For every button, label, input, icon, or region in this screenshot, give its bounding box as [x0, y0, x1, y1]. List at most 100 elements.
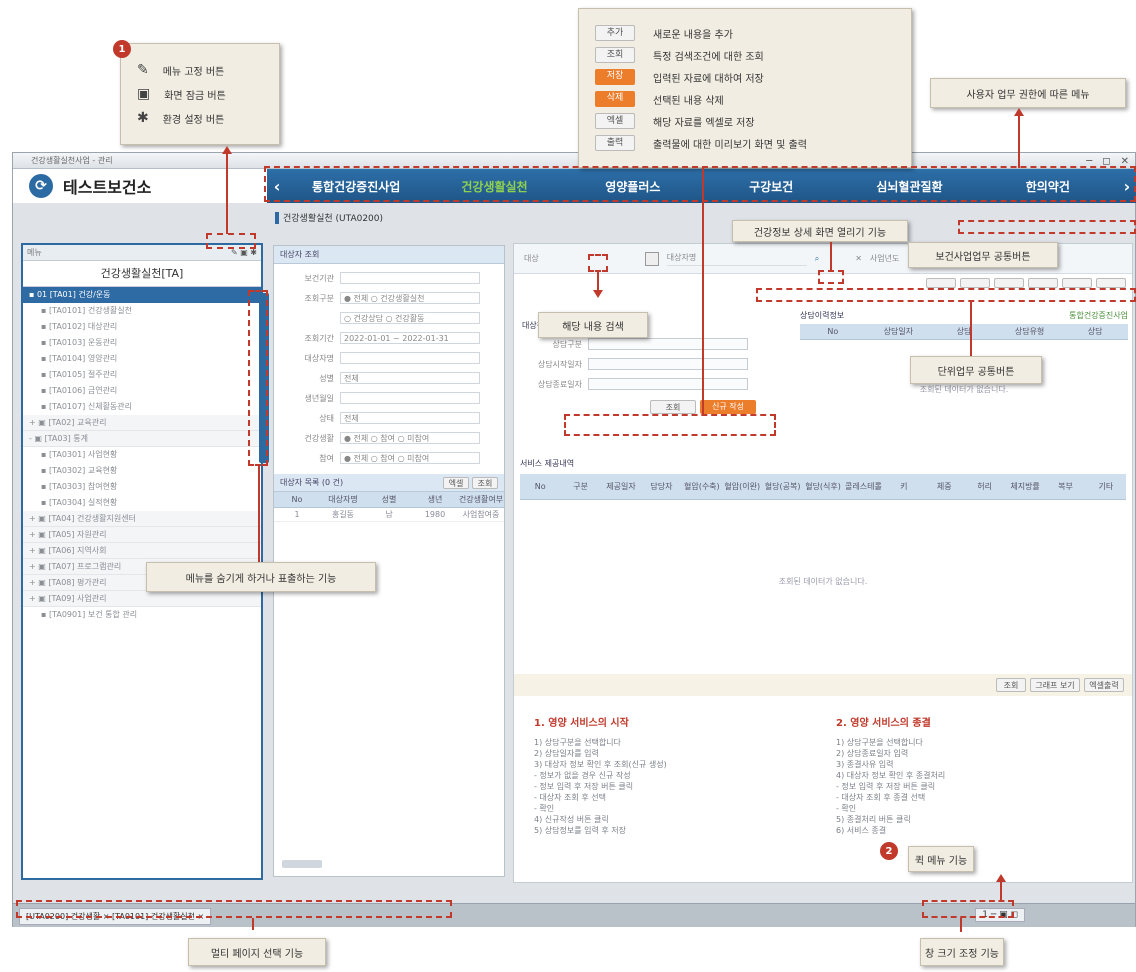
sidebar-item[interactable]: ▪ [TA0101] 건강생활실천 [23, 303, 261, 319]
lock-icon: ▣ [137, 86, 151, 102]
form-value[interactable]: ○ 건강상담 ○ 건강활동 [340, 312, 480, 324]
sidebar-item[interactable]: ▪ [TA0103] 운동관리 [23, 335, 261, 351]
help-line: 1) 상담구분을 선택합니다 [836, 738, 923, 747]
sidebar-item[interactable]: ▪ [TA0105] 절주관리 [23, 367, 261, 383]
form-label: 조회구분 [304, 293, 334, 303]
slide-connector [258, 466, 260, 566]
form-row: 성별 전체 [274, 368, 504, 388]
help-line: 1) 상담구분을 선택합니다 [534, 738, 621, 747]
form-value[interactable]: 2022-01-01 ~ 2022-01-31 [340, 332, 480, 344]
table-row[interactable]: 1 홍길동 남 1980 사업참여중 [274, 508, 504, 522]
sidebar-item[interactable]: ▪ [TA0106] 금연관리 [23, 383, 261, 399]
magnifier-icon[interactable]: ⌕ [815, 254, 819, 264]
service-grid-footer: 조회 그래프 보기 엑셀출력 [514, 674, 1132, 696]
toolbar-legend-callout: ✎ 메뉴 고정 버튼 ▣ 화면 잠금 버튼 ✱ 환경 설정 버튼 [120, 43, 280, 145]
search-button[interactable]: 조회 [472, 477, 498, 489]
form-label: 대상자명 [304, 353, 334, 363]
cell-year: 1980 [424, 510, 446, 519]
form-value[interactable] [340, 272, 480, 284]
window-size-highlight [922, 900, 1014, 918]
unit-buttons-highlight [756, 288, 1136, 302]
sidebar-folder[interactable]: + ▣ [TA05] 자원관리 [23, 527, 261, 543]
form-value[interactable] [340, 352, 480, 364]
unit-btn-1[interactable] [926, 278, 956, 288]
sidebar-item[interactable]: ▪ [TA0304] 실적현황 [23, 495, 261, 511]
consult-open-callout: 건강정보 상세 화면 열리기 기능 [732, 220, 908, 242]
unit-btn-2[interactable] [960, 278, 990, 288]
form-value[interactable]: 전체 [340, 372, 480, 384]
help-line: 4) 신규작성 버튼 클릭 [534, 815, 609, 824]
help-line: - 정보가 없을 경우 신규 작성 [534, 771, 631, 780]
excel-button[interactable]: 엑셀 [443, 477, 469, 489]
page-tabs-connector [252, 918, 254, 930]
form-row: 건강생활 ● 전체 ○ 참여 ○ 미참여 [274, 428, 504, 448]
legend-button-sample: 추가 [595, 25, 635, 41]
service-col: 혈압(수축) [683, 482, 720, 491]
start-date-field[interactable] [588, 358, 748, 370]
unit-btn-3[interactable] [994, 278, 1024, 288]
sidebar-folder[interactable]: + ▣ [TA06] 지역사회 [23, 543, 261, 559]
help-line: 5) 상담정보를 입력 후 저장 [534, 826, 626, 835]
help-line: 5) 종결처리 버튼 클릭 [836, 815, 911, 824]
button-legend-callout: 추가 새로운 내용을 추가 조회 특정 검색조건에 대한 조회 저장 입력된 자료에 대하… [578, 8, 912, 168]
unit-btn-5[interactable] [1062, 278, 1092, 288]
consult-type-field[interactable] [588, 338, 748, 350]
search-panel: 대상자 조회 보건기관 조회구분 ● 전체 ○ 건강생활실천 ○ 건강상담 ○ 건강활… [273, 245, 505, 877]
search-input[interactable]: 대상자명 [666, 252, 807, 266]
sidebar-item[interactable]: ▪ [TA0102] 대상관리 [23, 319, 261, 335]
sidebar-item[interactable]: ▪ [TA0301] 사업현황 [23, 447, 261, 463]
sidebar-selected-item[interactable]: ▪ 01 [TA01] 건강/운동 [23, 287, 261, 303]
service-grid: No 구분 제공일자 담당자 혈압(수축) 혈압(이완) 혈당(공복) 혈당(식후) 콜레스테롤… [520, 474, 1126, 587]
logo-area: ⟳ 테스트보건소 [13, 169, 267, 203]
org-logo-icon: ⟳ [29, 174, 53, 198]
legend-description: 특정 검색조건에 대한 조회 [653, 51, 764, 63]
unit-btn-6[interactable] [1096, 278, 1126, 288]
sidebar-folder[interactable]: + ▣ [TA09] 사업관리 [23, 591, 261, 607]
gear-icon[interactable]: ✱ [250, 248, 257, 257]
form-value[interactable]: ● 전체 ○ 참여 ○ 미참여 [340, 432, 480, 444]
form-row: 생년월일 [274, 388, 504, 408]
service-col: 혈당(공복) [764, 482, 801, 491]
form-row: ○ 건강상담 ○ 건강활동 [274, 308, 504, 328]
col-sex: 성별 [381, 495, 397, 504]
help-line: 2) 상담종료일자 입력 [836, 749, 909, 758]
form-value[interactable]: 전체 [340, 412, 480, 424]
col-status: 건강생활여부 [458, 495, 504, 504]
new-create-button[interactable]: 신규 작성 [700, 400, 756, 414]
graph-view-button[interactable]: 그래프 보기 [1030, 678, 1080, 692]
end-date-field[interactable] [588, 378, 748, 390]
form-value[interactable] [340, 392, 480, 404]
sidebar-item[interactable]: ▪ [TA0901] 보건 통합 관리 [23, 607, 261, 623]
sidebar-folder[interactable]: + ▣ [TA04] 건강생활지원센터 [23, 511, 261, 527]
legend-description: 새로운 내용을 추가 [653, 29, 733, 41]
sidebar-folder[interactable]: - ▣ [TA03] 통계 [23, 431, 261, 447]
person-search-icon[interactable] [644, 251, 659, 266]
target-search-button[interactable]: 조회 [650, 400, 696, 414]
pin-icon[interactable]: ✎ [231, 248, 238, 257]
sidebar-folder[interactable]: + ▣ [TA02] 교육관리 [23, 415, 261, 431]
legend-row: 출력 출력물에 대한 미리보기 화면 및 출력 [595, 135, 807, 151]
user-menu-arrow [1014, 108, 1024, 116]
form-value[interactable]: ● 전체 ○ 참여 ○ 미참여 [340, 452, 480, 464]
form-value[interactable]: ● 전체 ○ 건강생활실천 [340, 292, 480, 304]
sidebar-item[interactable]: ▪ [TA0104] 영양관리 [23, 351, 261, 367]
user-menu-callout: 사용자 업무 권한에 따른 메뉴 [930, 78, 1126, 108]
close-search-icon[interactable]: ✕ [855, 254, 862, 263]
sidebar-item[interactable]: ▪ [TA0302] 교육현황 [23, 463, 261, 479]
sidebar-item[interactable]: ▪ [TA0303] 참여현황 [23, 479, 261, 495]
service-col: No [534, 482, 546, 491]
panel-scrollbar[interactable] [282, 860, 322, 868]
unit-btn-4[interactable] [1028, 278, 1058, 288]
lock-icon[interactable]: ▣ [240, 248, 248, 257]
consult-history-header: 상담이력정보 통합건강증진사업 [800, 310, 1128, 324]
sidebar-tools-connector [226, 150, 228, 234]
consult-history-empty: 조회된 데이터가 없습니다. [919, 385, 1009, 394]
search-panel-header: 대상자 조회 [274, 246, 504, 264]
help-line: 4) 대상자 정보 확인 후 종결처리 [836, 771, 946, 780]
excel-export-button[interactable]: 엑셀출력 [1084, 678, 1124, 692]
sidebar-item[interactable]: ▪ [TA0107] 신체활동관리 [23, 399, 261, 415]
grid-search-button[interactable]: 조회 [996, 678, 1026, 692]
unit-buttons-callout: 단위업무 공통버튼 [910, 356, 1042, 384]
main-content: 대상 대상자명 ⌕ ✕ 사업년도 ⌕ 조회 대상정보 상담구분 상담시작일자 상… [513, 243, 1133, 883]
sidebar-title: 건강생활실천[TA] [23, 261, 261, 287]
